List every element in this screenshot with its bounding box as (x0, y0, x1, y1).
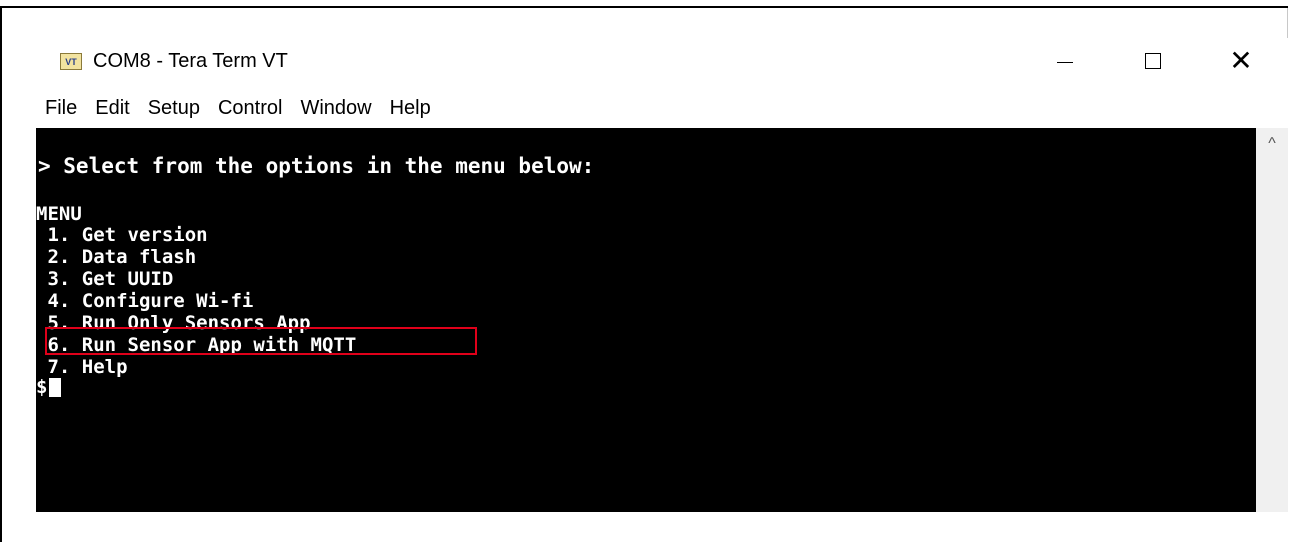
terminal-menu-title: MENU (36, 203, 82, 225)
vertical-scrollbar[interactable]: ^ (1256, 128, 1288, 512)
menu-bar: File Edit Setup Control Window Help (36, 88, 1288, 128)
menu-setup[interactable]: Setup (140, 97, 208, 120)
menu-option-data-flash: 2. Data flash (36, 246, 197, 268)
scroll-up-arrow-icon[interactable]: ^ (1256, 128, 1288, 160)
shell-prompt-symbol: $ (36, 376, 48, 398)
window-title: COM8 - Tera Term VT (93, 50, 288, 72)
tera-term-window: VT COM8 - Tera Term VT ✕ File Edit Setup… (36, 38, 1288, 512)
menu-option-configure-wifi: 4. Configure Wi-fi (36, 290, 254, 312)
menu-file[interactable]: File (36, 97, 85, 120)
maximize-button[interactable] (1130, 38, 1176, 84)
close-icon: ✕ (1229, 45, 1253, 76)
shell-prompt: $ (36, 376, 62, 398)
menu-option-help: 7. Help (36, 356, 128, 378)
menu-help[interactable]: Help (382, 97, 439, 120)
minimize-button[interactable] (1042, 38, 1088, 84)
menu-window[interactable]: Window (292, 97, 379, 120)
minimize-icon (1057, 61, 1073, 63)
close-button[interactable]: ✕ (1218, 38, 1264, 84)
tera-term-app-icon: VT (60, 53, 82, 70)
terminal-screen[interactable]: > Select from the options in the menu be… (36, 128, 1256, 512)
maximize-icon (1145, 53, 1161, 69)
highlight-box-option-6 (45, 327, 477, 355)
menu-edit[interactable]: Edit (87, 97, 137, 120)
menu-option-get-uuid: 3. Get UUID (36, 268, 174, 290)
terminal-prompt-line: > Select from the options in the menu be… (38, 154, 595, 178)
title-bar[interactable]: VT COM8 - Tera Term VT ✕ (36, 38, 1288, 84)
text-cursor (49, 377, 62, 397)
menu-option-get-version: 1. Get version (36, 224, 208, 246)
menu-control[interactable]: Control (210, 97, 290, 120)
